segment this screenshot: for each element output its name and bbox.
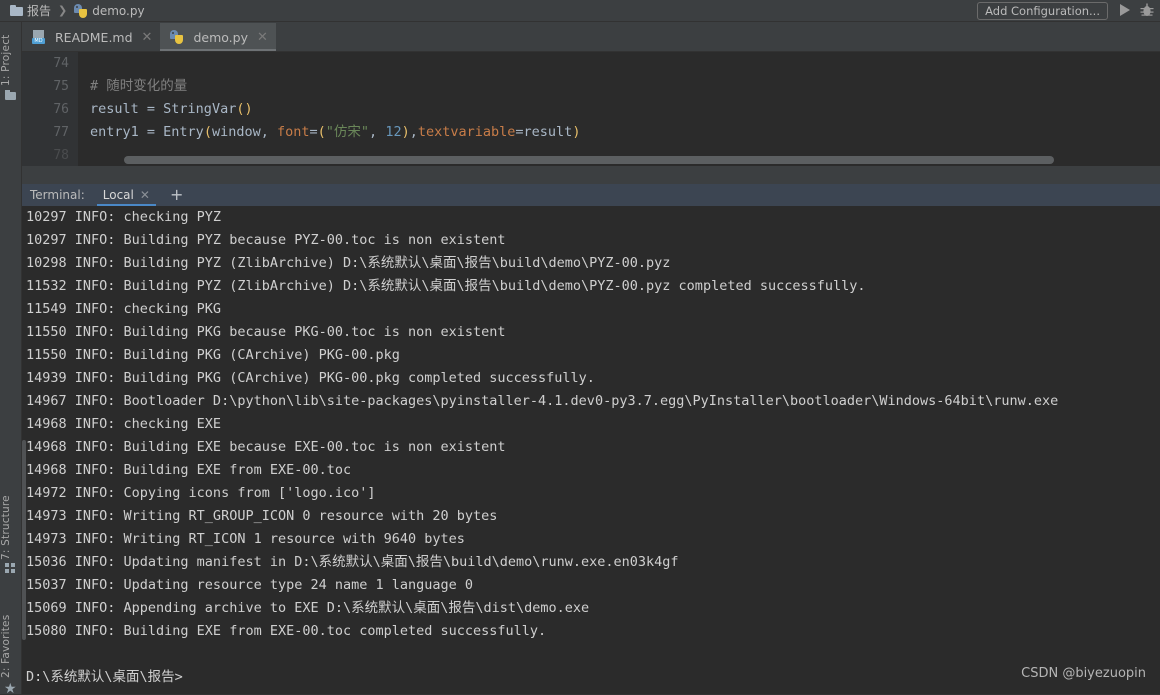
terminal-line: 14972 INFO: Copying icons from ['logo.ic… <box>26 485 376 501</box>
terminal-line: 11550 INFO: Building PKG (CArchive) PKG-… <box>26 347 400 363</box>
line-number: 75 <box>53 79 69 94</box>
line-number: 77 <box>53 125 69 140</box>
code-line: # 随时变化的量 <box>78 75 1160 98</box>
terminal-line: 15037 INFO: Updating resource type 24 na… <box>26 577 474 593</box>
code-token: textvariable <box>417 124 516 140</box>
terminal-tab-local[interactable]: Local ✕ <box>96 184 157 206</box>
terminal-line: 14967 INFO: Bootloader D:\python\lib\sit… <box>26 393 1059 409</box>
terminal-scrollbar-thumb[interactable] <box>22 440 26 640</box>
debug-icon[interactable] <box>1140 3 1154 18</box>
terminal-line: 11550 INFO: Building PKG because PKG-00.… <box>26 324 506 340</box>
terminal-line: 14973 INFO: Writing RT_ICON 1 resource w… <box>26 531 465 547</box>
add-configuration-button[interactable]: Add Configuration... <box>977 2 1108 20</box>
breadcrumb-item-file[interactable]: demo.py <box>72 0 146 22</box>
terminal-line: 10298 INFO: Building PYZ (ZlibArchive) D… <box>26 255 671 271</box>
code-token: Entry <box>163 124 204 140</box>
code-token: # 随时变化的量 <box>90 78 188 94</box>
python-file-icon <box>170 30 184 44</box>
terminal-line: 14973 INFO: Writing RT_GROUP_ICON 0 reso… <box>26 508 498 524</box>
tab-readme-label: README.md <box>55 29 133 45</box>
tab-readme-md[interactable]: MD README.md ✕ <box>22 23 160 51</box>
code-line: entry1 = Entry(window, font=("仿宋", 12),t… <box>78 121 1160 144</box>
terminal-line: 11532 INFO: Building PYZ (ZlibArchive) D… <box>26 278 866 294</box>
project-folder-icon[interactable] <box>5 90 16 101</box>
tab-demo-label: demo.py <box>193 29 248 45</box>
code-token: entry1 <box>90 124 147 140</box>
code-editor[interactable]: 74 75 76 77 78 # 随时变化的量 result = StringVa… <box>22 52 1160 166</box>
code-token: = <box>515 124 524 140</box>
pycharm-window: 报告 ❯ demo.py Add Configuration... 1: Pro… <box>0 0 1160 695</box>
terminal-line: 14968 INFO: checking EXE <box>26 416 222 432</box>
code-token: = <box>146 124 164 140</box>
structure-icon[interactable] <box>5 562 16 573</box>
terminal-line: 10297 INFO: checking PYZ <box>26 209 222 225</box>
line-number-gutter: 74 75 76 77 78 <box>22 52 78 166</box>
editor-tab-bar: MD README.md ✕ demo.py ✕ <box>22 22 1160 52</box>
code-token: , <box>409 124 418 140</box>
code-token: () <box>236 101 253 117</box>
editor-scrollbar-thumb[interactable] <box>124 156 1054 164</box>
breadcrumb-file-label: demo.py <box>92 3 145 18</box>
code-token: result <box>90 101 147 117</box>
python-file-icon <box>74 3 88 18</box>
terminal-prompt: D:\系统默认\桌面\报告> <box>26 669 183 685</box>
navigation-bar: 报告 ❯ demo.py Add Configuration... <box>0 0 1160 22</box>
code-text-area[interactable]: # 随时变化的量 result = StringVar() entry1 = Ent… <box>78 52 1160 166</box>
code-token: , <box>369 124 386 140</box>
terminal-line: 10297 INFO: Building PYZ because PYZ-00.… <box>26 232 506 248</box>
sidebar-item-structure[interactable]: 7: Structure <box>0 482 22 560</box>
breadcrumb-separator: ❯ <box>58 4 68 17</box>
terminal-line: 15069 INFO: Appending archive to EXE D:\… <box>26 600 590 616</box>
code-line: result = StringVar() <box>78 98 1160 121</box>
terminal-line: 14968 INFO: Building EXE from EXE-00.toc <box>26 462 352 478</box>
terminal-line: 11549 INFO: checking PKG <box>26 301 222 317</box>
terminal-title: Terminal: <box>30 188 85 202</box>
terminal-tab-label: Local <box>102 188 134 202</box>
tab-demo-close-icon[interactable]: ✕ <box>257 30 268 45</box>
code-token: font <box>276 124 310 140</box>
editor-panel-gap <box>22 166 1160 184</box>
code-token: window, <box>211 124 277 140</box>
sidebar-item-project[interactable]: 1: Project <box>0 26 22 86</box>
terminal-prompt-bar[interactable]: D:\系统默认\桌面\报告> CSDN @biyezuopin <box>22 661 1160 695</box>
code-token: result <box>523 124 573 140</box>
terminal-line: 15036 INFO: Updating manifest in D:\系统默认… <box>26 554 679 570</box>
code-token: StringVar <box>163 101 237 117</box>
left-tool-window-strip: 1: Project 7: Structure 2: Favorites ★ <box>0 22 22 695</box>
code-token: ) <box>401 124 410 140</box>
terminal-add-tab-button[interactable]: + <box>170 187 183 203</box>
line-number: 76 <box>53 102 69 117</box>
breadcrumb-item-folder[interactable]: 报告 <box>8 0 53 22</box>
terminal-tab-close-icon[interactable]: ✕ <box>140 188 150 202</box>
watermark-label: CSDN @biyezuopin <box>1021 666 1146 681</box>
editor-horizontal-scrollbar[interactable] <box>78 156 1160 164</box>
terminal-header: Terminal: Local ✕ + <box>22 184 1160 206</box>
line-number: 74 <box>53 56 69 71</box>
terminal-output[interactable]: 10297 INFO: checking PYZ 10297 INFO: Buil… <box>22 206 1160 661</box>
terminal-line: 15080 INFO: Building EXE from EXE-00.toc… <box>26 623 547 639</box>
breadcrumb-folder-label: 报告 <box>27 3 52 18</box>
tab-demo-py[interactable]: demo.py ✕ <box>160 23 277 51</box>
tab-readme-close-icon[interactable]: ✕ <box>142 30 153 45</box>
code-token: ( <box>317 124 326 140</box>
terminal-line: 14939 INFO: Building PKG (CArchive) PKG-… <box>26 370 595 386</box>
markdown-file-icon: MD <box>32 30 46 44</box>
code-token: "仿宋" <box>325 124 370 140</box>
code-token: ( <box>203 124 212 140</box>
terminal-line: 14968 INFO: Building EXE because EXE-00.… <box>26 439 506 455</box>
run-icon[interactable] <box>1120 4 1130 16</box>
code-token: = <box>309 124 318 140</box>
code-token: 12 <box>385 124 402 140</box>
folder-icon <box>10 5 23 16</box>
code-token: = <box>146 101 164 117</box>
code-token: ) <box>572 124 581 140</box>
line-number: 78 <box>53 148 69 163</box>
sidebar-item-favorites[interactable]: 2: Favorites <box>0 602 22 678</box>
